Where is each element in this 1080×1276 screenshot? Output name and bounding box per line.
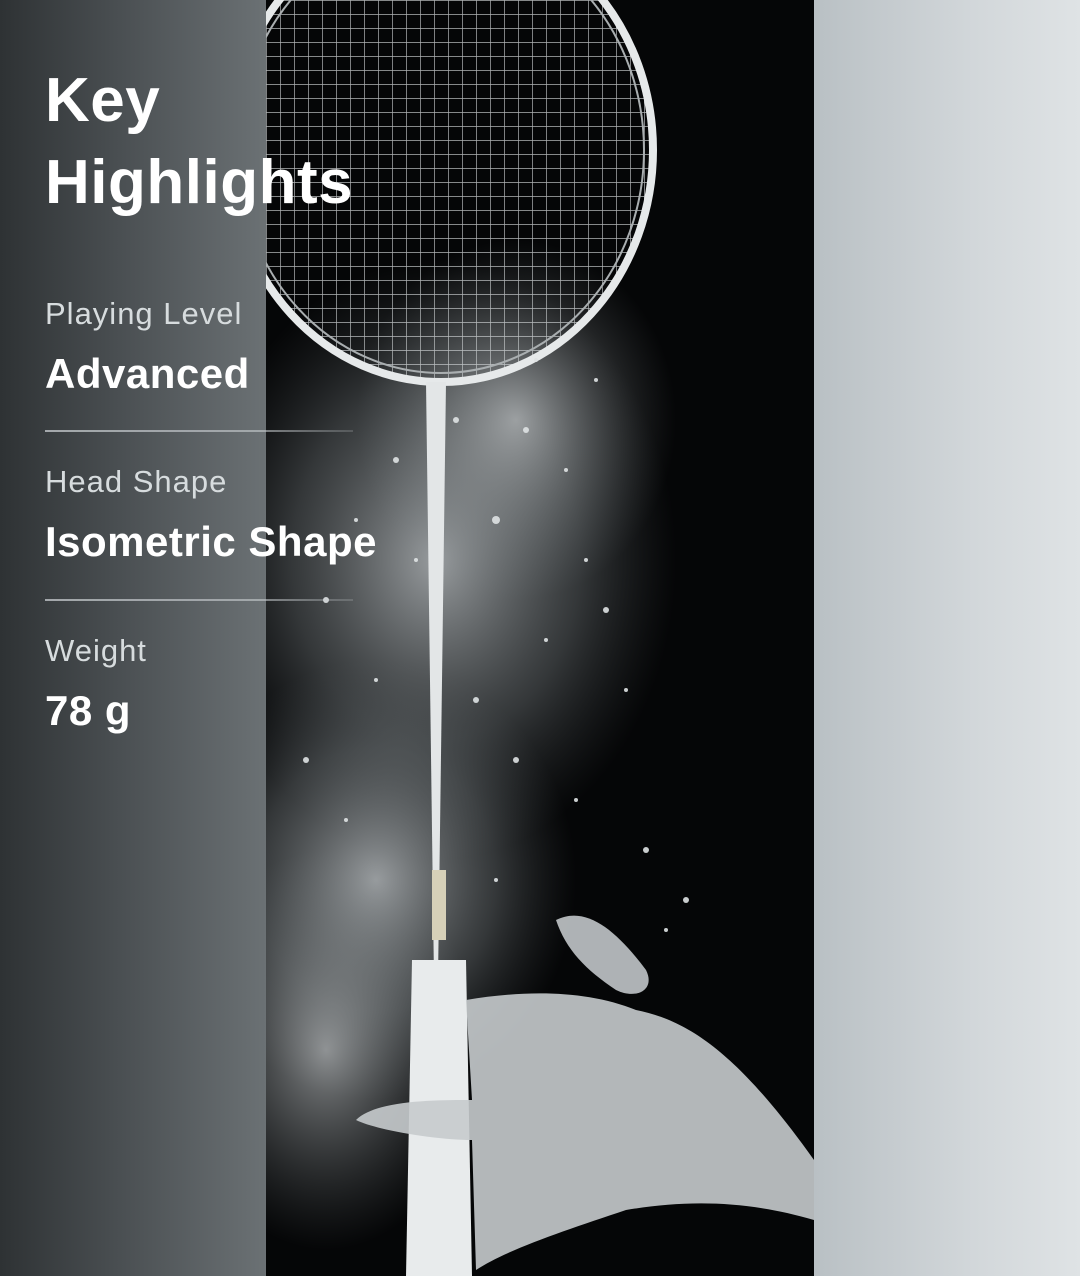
spec-label-weight: Weight (45, 633, 147, 668)
spec-value-playing-level: Advanced (45, 350, 250, 397)
divider (45, 599, 353, 601)
title-line-2: Highlights (45, 148, 354, 217)
spec-label-head-shape: Head Shape (45, 464, 228, 499)
page-title: Key Highlights (45, 60, 465, 224)
divider (45, 430, 353, 432)
spec-label-playing-level: Playing Level (45, 296, 243, 331)
title-line-1: Key (45, 66, 161, 135)
spec-value-weight: 78 g (45, 687, 132, 734)
right-gradient-panel (814, 0, 1080, 1276)
spec-value-head-shape: Isometric Shape (45, 518, 377, 565)
